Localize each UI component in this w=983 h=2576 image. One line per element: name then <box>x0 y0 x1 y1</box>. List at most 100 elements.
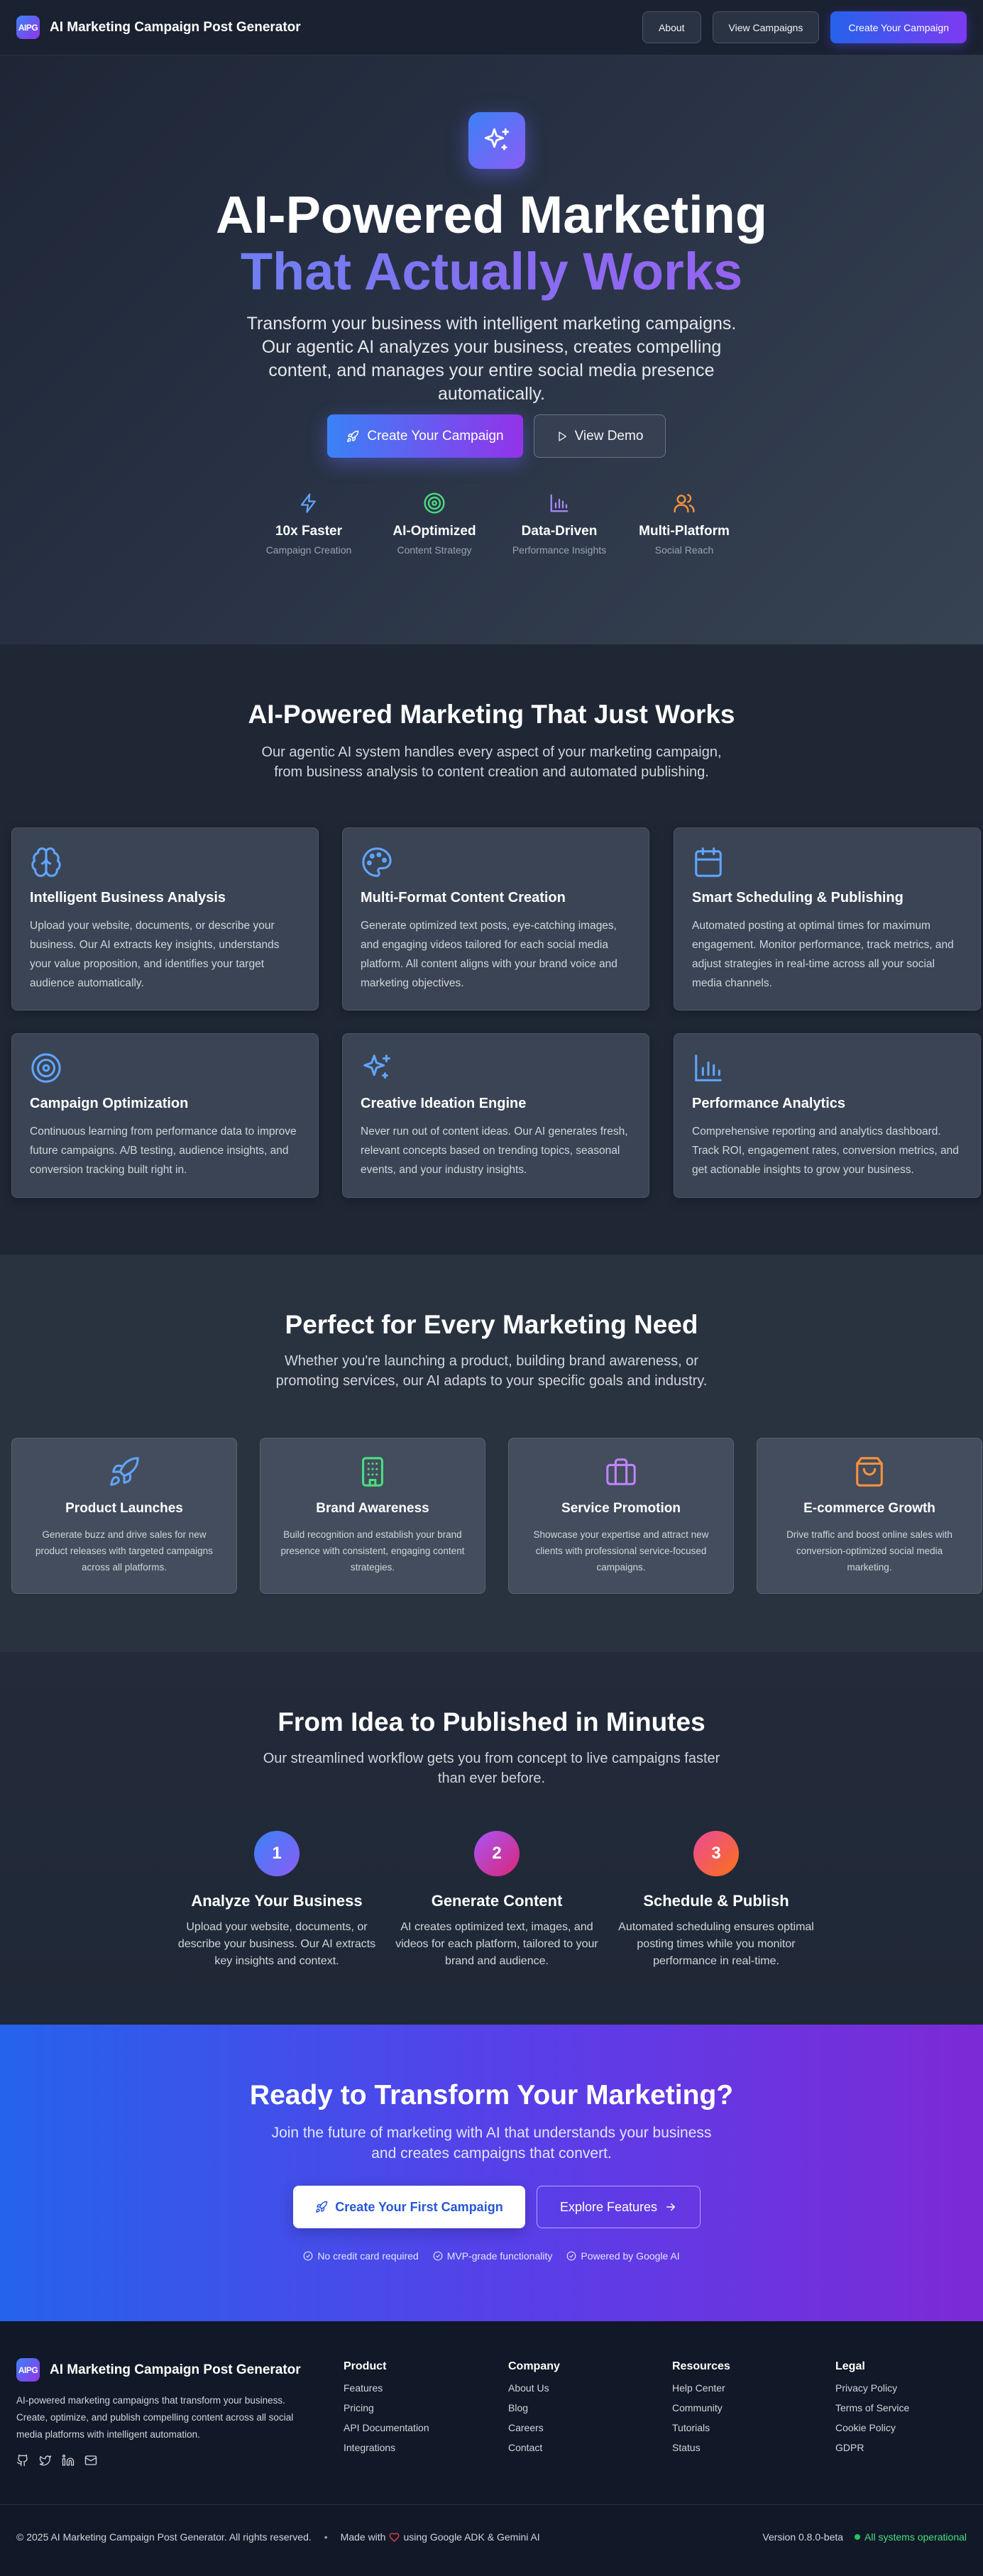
stat-ai-optimized: AI-Optimized Content Strategy <box>374 490 495 556</box>
bar-chart-icon <box>692 1052 962 1084</box>
footer-link[interactable]: About Us <box>508 2383 560 2393</box>
feature-card: Creative Ideation Engine Never run out o… <box>342 1033 649 1198</box>
linkedin-icon[interactable] <box>62 2454 75 2467</box>
footer-link[interactable]: Help Center <box>672 2383 730 2393</box>
footer-link[interactable]: Features <box>344 2383 429 2393</box>
footer-column-heading: Resources <box>672 2360 730 2372</box>
feature-title: Creative Ideation Engine <box>361 1096 527 1111</box>
footer-link[interactable]: Careers <box>508 2423 560 2433</box>
rocket-icon <box>28 1455 221 1490</box>
view-campaigns-button[interactable]: View Campaigns <box>712 11 820 43</box>
create-campaign-button[interactable]: Create Your Campaign <box>830 11 967 43</box>
cta-title: Ready to Transform Your Marketing? <box>249 2080 734 2110</box>
brain-icon <box>30 846 300 879</box>
footer-brand: AIPG AI Marketing Campaign Post Generato… <box>16 2358 301 2382</box>
heart-icon <box>389 2532 400 2543</box>
usecases-title: Perfect for Every Marketing Need <box>285 1310 698 1339</box>
hero-title-gradient: That Actually Works <box>0 241 983 302</box>
footer-link[interactable]: API Documentation <box>344 2423 429 2433</box>
github-icon[interactable] <box>16 2454 29 2467</box>
hero-section: AI-Powered Marketing That Actually Works… <box>0 55 983 644</box>
rocket-icon <box>315 2201 328 2213</box>
stat-title: Data-Driven <box>521 524 598 539</box>
cta-subtitle: Join the future of marketing with AI tha… <box>271 2125 712 2162</box>
play-icon <box>556 431 568 442</box>
footer-link[interactable]: Cookie Policy <box>835 2423 909 2433</box>
logo-badge[interactable]: AIPG <box>16 2358 40 2382</box>
footer-link[interactable]: Community <box>672 2403 730 2413</box>
stat-faster: 10x Faster Campaign Creation <box>248 490 369 556</box>
footer-link[interactable]: Tutorials <box>672 2423 730 2433</box>
sparkles-icon <box>468 112 525 169</box>
workflow-subtitle: Our streamlined workflow gets you from c… <box>263 1751 720 1786</box>
step-number: 1 <box>254 1831 300 1876</box>
explore-features-button[interactable]: Explore Features <box>537 2186 701 2228</box>
shopping-bag-icon <box>773 1455 966 1490</box>
check-circle-icon <box>433 2251 443 2261</box>
footer-link[interactable]: Pricing <box>344 2403 429 2413</box>
brand-name[interactable]: AI Marketing Campaign Post Generator <box>50 20 301 35</box>
stat-title: Multi-Platform <box>639 524 730 539</box>
about-button[interactable]: About <box>642 11 701 43</box>
step-desc: Upload your website, documents, or descr… <box>177 1921 376 1967</box>
feature-desc: Never run out of content ideas. Our AI g… <box>361 1125 628 1176</box>
footer-column-heading: Legal <box>835 2360 865 2372</box>
footer-link[interactable]: Status <box>672 2443 730 2453</box>
stat-title: AI-Optimized <box>392 524 476 539</box>
footer-link[interactable]: Integrations <box>344 2443 429 2453</box>
nav-actions: About View Campaigns Create Your Campaig… <box>642 11 967 43</box>
feature-desc: Comprehensive reporting and analytics da… <box>692 1125 959 1176</box>
usecase-card: Service Promotion Showcase your expertis… <box>508 1438 734 1594</box>
feature-card: Intelligent Business Analysis Upload you… <box>11 827 319 1011</box>
made-with-suffix: using Google ADK & Gemini AI <box>403 2531 540 2543</box>
system-status-label: All systems operational <box>864 2531 967 2543</box>
footer-link[interactable]: Terms of Service <box>835 2403 909 2413</box>
feature-title: Campaign Optimization <box>30 1096 189 1111</box>
cta-note-text: Powered by Google AI <box>581 2250 680 2262</box>
hero-create-campaign-label: Create Your Campaign <box>367 428 504 444</box>
status-dot-icon <box>855 2534 861 2540</box>
stat-title: 10x Faster <box>275 524 342 539</box>
usecase-card: Product Launches Generate buzz and drive… <box>11 1438 237 1594</box>
zap-icon <box>248 490 369 517</box>
feature-card: Smart Scheduling & Publishing Automated … <box>674 827 981 1011</box>
step-title: Analyze Your Business <box>191 1892 363 1910</box>
hero-create-campaign-button[interactable]: Create Your Campaign <box>327 414 523 458</box>
step-desc: Automated scheduling ensures optimal pos… <box>618 1921 814 1967</box>
footer-social-links <box>16 2454 97 2467</box>
feature-title: Performance Analytics <box>692 1096 846 1111</box>
usecase-title: E-commerce Growth <box>803 1501 935 1516</box>
create-first-campaign-label: Create Your First Campaign <box>335 2199 503 2214</box>
mail-icon[interactable] <box>84 2454 97 2467</box>
step-title: Generate Content <box>431 1892 563 1910</box>
features-section: AI-Powered Marketing That Just Works Our… <box>0 644 983 1255</box>
logo-badge[interactable]: AIPG <box>16 16 40 39</box>
made-with-prefix: Made with <box>340 2531 386 2543</box>
create-first-campaign-button[interactable]: Create Your First Campaign <box>293 2186 525 2228</box>
rocket-icon <box>346 430 359 443</box>
feature-desc: Automated posting at optimal times for m… <box>692 920 954 989</box>
usecases-section: Perfect for Every Marketing Need Whether… <box>0 1255 983 1652</box>
footer-link[interactable]: GDPR <box>835 2443 909 2453</box>
usecase-desc: Drive traffic and boost online sales wit… <box>786 1529 952 1573</box>
briefcase-icon <box>525 1455 718 1490</box>
stat-data-driven: Data-Driven Performance Insights <box>499 490 620 556</box>
feature-title: Multi-Format Content Creation <box>361 890 566 906</box>
footer-column-company: Company About Us Blog Careers Contact <box>508 2360 560 2453</box>
cta-note: MVP-grade functionality <box>433 2250 552 2262</box>
twitter-icon[interactable] <box>39 2454 52 2467</box>
footer-link[interactable]: Blog <box>508 2403 560 2413</box>
stat-subtitle: Social Reach <box>654 544 714 556</box>
footer-column-resources: Resources Help Center Community Tutorial… <box>672 2360 730 2453</box>
stat-subtitle: Campaign Creation <box>265 544 352 556</box>
cta-note: No credit card required <box>303 2250 419 2262</box>
step-number: 2 <box>474 1831 520 1876</box>
footer-link[interactable]: Privacy Policy <box>835 2383 909 2393</box>
footer-link[interactable]: Contact <box>508 2443 560 2453</box>
view-demo-button[interactable]: View Demo <box>534 414 666 458</box>
footer-column-heading: Company <box>508 2360 560 2372</box>
bar-chart-icon <box>499 490 620 517</box>
step-title: Schedule & Publish <box>643 1892 789 1910</box>
footer-column-heading: Product <box>344 2360 387 2372</box>
arrow-right-icon <box>664 2201 677 2213</box>
